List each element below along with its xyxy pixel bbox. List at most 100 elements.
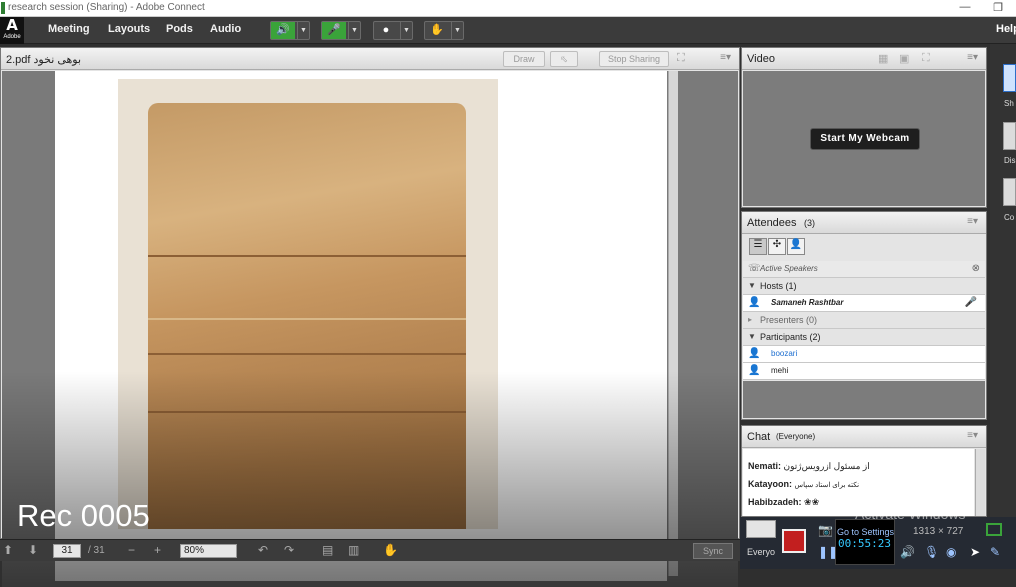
chevron-down-icon[interactable]: ▼ <box>400 22 412 39</box>
share-option-button[interactable] <box>1003 64 1016 92</box>
breakout-view-icon[interactable]: ✣ <box>768 238 786 255</box>
activate-windows-watermark: Activate Windows <box>855 506 966 522</box>
participant-row[interactable]: 👤 boozari <box>743 346 985 363</box>
speaker-toggle[interactable]: 🔊 ▼ <box>270 21 310 40</box>
attendees-pod: Attendees (3) ≡▾ ☰ ✣ 👤 ☏ Active Speakers… <box>741 211 987 420</box>
participants-group[interactable]: ▼ Participants (2) <box>743 329 985 346</box>
chat-message: Habibzadeh: ❀❀ <box>748 497 820 507</box>
pointer-icon[interactable]: ⬁ <box>550 51 578 67</box>
stop-sharing-button[interactable]: Stop Sharing <box>599 51 669 67</box>
chat-scrollbar[interactable] <box>975 449 985 516</box>
chat-pod-title: Chat <box>747 431 771 443</box>
camera-icon[interactable]: 📷 <box>818 523 833 537</box>
zoom-out-icon[interactable]: − <box>128 543 135 557</box>
capture-region-icon[interactable] <box>986 523 1002 536</box>
menu-pods[interactable]: Pods <box>166 23 193 35</box>
chevron-down-icon[interactable]: ▼ <box>451 22 463 39</box>
redo-icon[interactable]: ↷ <box>284 543 294 557</box>
list-view-icon[interactable]: ☰ <box>749 238 767 255</box>
fit-page-icon[interactable]: ▥ <box>348 543 359 557</box>
microphone-icon[interactable]: 🎙 <box>924 545 939 559</box>
menu-layouts[interactable]: Layouts <box>108 23 150 35</box>
microphone-icon: 🎤 <box>964 297 977 308</box>
menu-meeting[interactable]: Meeting <box>48 23 90 35</box>
attendee-count: (3) <box>804 218 815 228</box>
content-option-label: Co <box>1004 213 1015 222</box>
active-speakers-row: ☏ Active Speakers ⊗ <box>743 261 985 278</box>
chat-message: Katayoon: نکته برای استاد سپاس <box>748 479 860 489</box>
undo-icon[interactable]: ↶ <box>258 543 268 557</box>
raise-hand-icon: ✋ <box>430 24 444 36</box>
pen-icon[interactable]: ✎ <box>990 545 1000 559</box>
zoom-in-icon[interactable]: + <box>154 543 161 557</box>
presenters-group[interactable]: ▸ Presenters (0) <box>743 312 985 329</box>
single-layout-icon[interactable]: ▣ <box>899 52 909 65</box>
start-webcam-button[interactable]: Start My Webcam <box>810 128 920 150</box>
pod-options-icon[interactable]: ≡▾ <box>967 216 978 227</box>
window-title: research session (Sharing) - Adobe Conne… <box>8 2 205 13</box>
microphone-toggle[interactable]: 🎤 ▼ <box>321 21 361 40</box>
video-pod-title: Video <box>747 53 775 65</box>
screen-resolution: 1313 × 727 <box>913 526 964 537</box>
menu-help[interactable]: Help <box>996 23 1016 35</box>
share-option-label: Sh <box>1004 99 1014 108</box>
chat-recipient[interactable]: Everyo <box>747 547 775 557</box>
microphone-icon: 🎤 <box>322 22 346 39</box>
participant-user-icon: 👤 <box>748 365 761 376</box>
camera-toggle[interactable]: ● ▼ <box>373 21 413 40</box>
share-pod: 2.pdf بوهی نخود Draw ⬁ Stop Sharing ⛶ ≡▾ <box>0 47 740 587</box>
chevron-down-icon: ▼ <box>748 332 756 341</box>
chat-scope: (Everyone) <box>776 432 816 441</box>
record-stop-button[interactable] <box>782 529 806 553</box>
recording-timer: 00:55:23 <box>838 537 891 550</box>
previous-page-icon[interactable]: ⬆ <box>3 543 13 557</box>
fullscreen-icon[interactable]: ⛶ <box>922 52 930 65</box>
volume-icon[interactable]: 🔊 <box>900 545 915 559</box>
chevron-down-icon[interactable]: ▼ <box>348 22 360 39</box>
chat-pod: Chat (Everyone) ≡▾ Nemati: از مسئول ازرو… <box>741 425 987 517</box>
app-icon <box>1 2 5 14</box>
host-user-icon: 👤 <box>748 297 761 308</box>
window-titlebar: research session (Sharing) - Adobe Conne… <box>0 0 1016 17</box>
settings-link[interactable]: Go to Settings <box>837 527 894 537</box>
status-toggle[interactable]: ✋ ▼ <box>424 21 464 40</box>
video-area: Start My Webcam <box>743 71 985 206</box>
recorder-taskbar: Everyo 📷 ❚❚ Go to Settings 00:55:23 1313… <box>740 517 1016 569</box>
participant-user-icon: 👤 <box>748 348 761 359</box>
chevron-down-icon[interactable]: ▼ <box>297 22 309 39</box>
cursor-icon[interactable]: ➤ <box>970 545 980 559</box>
chat-input[interactable] <box>746 520 776 538</box>
content-option-button[interactable] <box>1003 178 1016 206</box>
menu-audio[interactable]: Audio <box>210 23 241 35</box>
recording-label: Rec 0005 <box>17 498 150 533</box>
host-row[interactable]: 👤 Samaneh Rashtbar 🎤 <box>743 295 985 312</box>
next-page-icon[interactable]: ⬇ <box>28 543 38 557</box>
participant-row[interactable]: 👤 mehi <box>743 363 985 380</box>
fit-width-icon[interactable]: ▤ <box>322 543 333 557</box>
webcam-icon[interactable]: ◉ <box>946 545 956 559</box>
display-option-button[interactable] <box>1003 122 1016 150</box>
restore-button[interactable]: ❐ <box>990 1 1006 14</box>
document-toolbar: ⬆ ⬇ 31 / 31 − + 80% ↶ ↷ ▤ ▥ ✋ Sync <box>0 539 740 561</box>
minimize-button[interactable]: — <box>957 1 973 13</box>
pod-options-icon[interactable]: ≡▾ <box>967 430 978 441</box>
fullscreen-icon[interactable]: ⛶ <box>677 52 685 65</box>
pod-options-icon[interactable]: ≡▾ <box>967 52 978 63</box>
status-view-icon[interactable]: 👤 <box>787 238 805 255</box>
chat-message: Nemati: از مسئول ازرویس‌ژتون <box>748 461 870 471</box>
attendees-pod-header: Attendees (3) ≡▾ <box>742 212 986 234</box>
zoom-select[interactable]: 80% <box>180 544 237 558</box>
page-total: / 31 <box>88 545 105 556</box>
menubar: A Adobe Meeting Layouts Pods Audio 🔊 ▼ 🎤… <box>0 17 1016 44</box>
camera-icon: ● <box>382 24 390 36</box>
draw-button[interactable]: Draw <box>503 51 545 67</box>
close-icon[interactable]: ⊗ <box>972 263 980 274</box>
pod-options-icon[interactable]: ≡▾ <box>720 52 731 63</box>
hand-tool-icon[interactable]: ✋ <box>383 543 398 557</box>
sync-button[interactable]: Sync <box>693 543 733 559</box>
grid-layout-icon[interactable]: ▦ <box>878 52 888 65</box>
page-number-input[interactable]: 31 <box>53 544 81 558</box>
attendee-view-toolbar: ☰ ✣ 👤 <box>743 235 985 259</box>
hosts-group[interactable]: ▼ Hosts (1) <box>743 278 985 295</box>
video-pod-header: Video ▦ ▣ ⛶ ≡▾ <box>742 48 986 70</box>
